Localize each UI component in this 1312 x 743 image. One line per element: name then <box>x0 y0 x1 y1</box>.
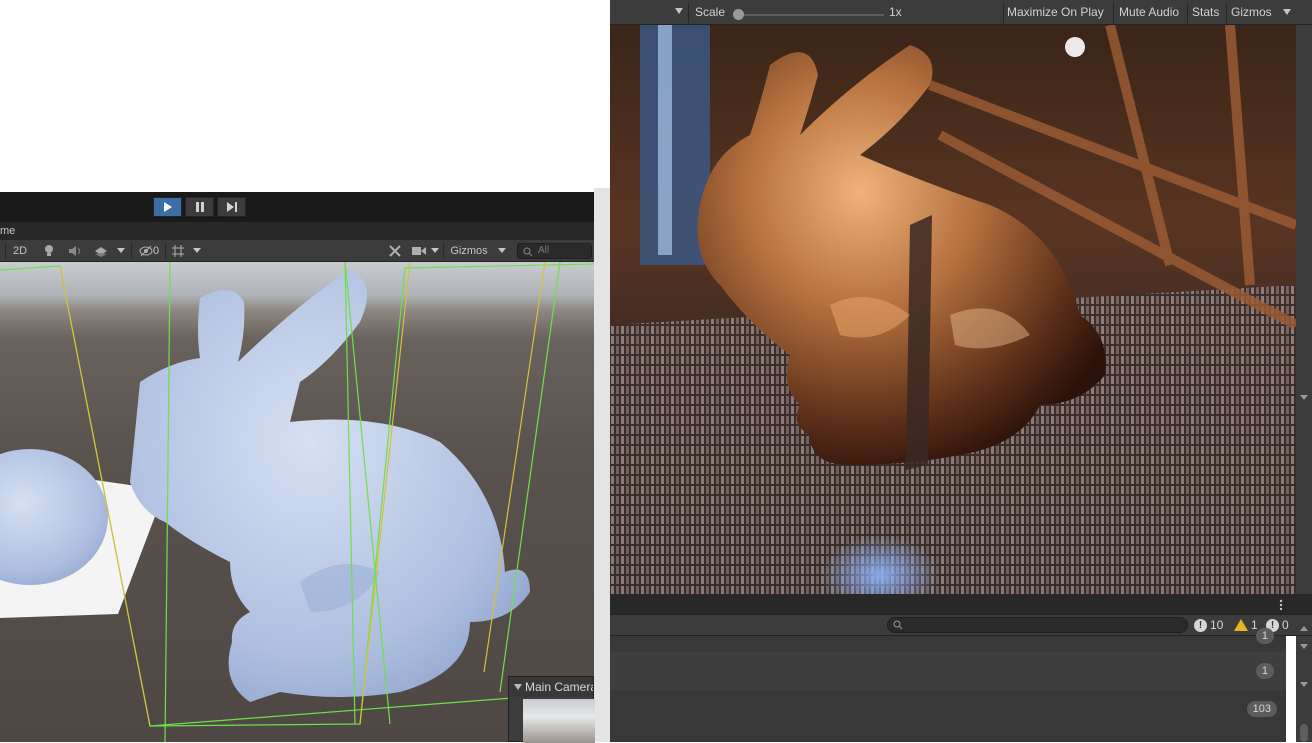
hidden-objects-toggle[interactable]: 0 <box>135 242 163 260</box>
collapse-count-badge: 1 <box>1255 663 1274 679</box>
camera-preview-panel: Main Camera <box>508 676 595 743</box>
pause-icon <box>195 202 204 212</box>
warning-count: 1 <box>1251 618 1258 632</box>
console-scrollbar[interactable] <box>1296 626 1312 742</box>
play-button[interactable] <box>153 197 182 217</box>
resolution-dropdown-icon[interactable] <box>675 8 683 14</box>
effects-icon <box>95 247 107 257</box>
camera-preview-thumbnail <box>523 699 595 743</box>
chevron-down-icon <box>193 248 201 253</box>
scene-viewport[interactable] <box>0 262 594 742</box>
effects-dropdown[interactable] <box>114 242 128 260</box>
game-toolbar: Scale 1x Maximize On Play Mute Audio Sta… <box>610 0 1312 25</box>
speaker-icon <box>69 246 80 256</box>
game-side-strip <box>1296 25 1312 594</box>
play-icon <box>163 202 172 212</box>
scene-search-placeholder: All <box>538 245 550 256</box>
console-row[interactable]: 103 <box>610 690 1286 742</box>
grid-dropdown[interactable] <box>190 242 204 260</box>
game-gizmos-button[interactable]: Gizmos <box>1231 5 1272 19</box>
scene-canvas <box>0 262 594 742</box>
console-header <box>610 594 1312 614</box>
step-icon <box>226 202 237 212</box>
pane-divider[interactable] <box>594 188 610 742</box>
mute-audio-toggle[interactable]: Mute Audio <box>1119 5 1179 19</box>
eye-slash-icon <box>139 245 153 257</box>
scene-gizmos-button[interactable]: Gizmos <box>446 242 492 260</box>
console-search-input[interactable] <box>887 617 1188 633</box>
scale-label: Scale <box>695 5 726 19</box>
game-canvas <box>610 25 1296 594</box>
step-button[interactable] <box>217 197 246 217</box>
collapse-count-badge: 1 <box>1255 628 1274 644</box>
console-row[interactable]: 1 <box>610 652 1286 690</box>
tools-button[interactable] <box>384 242 406 260</box>
hidden-count: 0 <box>152 245 160 257</box>
scene-toolbar: 2D 0 Gizmos <box>0 240 594 262</box>
error-icon: ! <box>1194 618 1207 632</box>
scale-slider-track[interactable] <box>738 14 884 16</box>
scene-tab-label[interactable]: me <box>0 225 15 237</box>
2d-toggle[interactable]: 2D <box>7 242 33 260</box>
effects-toggle[interactable] <box>90 242 112 260</box>
search-icon <box>523 247 533 257</box>
chevron-down-icon <box>431 248 439 253</box>
blank-area <box>0 0 594 192</box>
audio-toggle[interactable] <box>63 242 87 260</box>
lightbulb-icon <box>45 245 53 256</box>
ceiling-light <box>1065 37 1085 57</box>
search-icon <box>893 620 903 630</box>
grid-icon <box>172 245 184 257</box>
camera-preview-header[interactable]: Main Camera <box>509 677 593 697</box>
camera-icon <box>412 247 426 255</box>
console-error-toggle[interactable]: ! 10 <box>1194 616 1223 634</box>
chevron-down-icon <box>498 248 506 253</box>
kebab-menu-icon[interactable] <box>1279 599 1283 611</box>
scene-gizmos-dropdown[interactable] <box>494 242 510 260</box>
game-viewport[interactable] <box>610 25 1296 594</box>
collapse-arrow-icon <box>514 684 522 690</box>
pause-button[interactable] <box>185 197 214 217</box>
collapse-count-badge: 103 <box>1246 701 1277 717</box>
info-count: 0 <box>1282 618 1289 632</box>
console-warning-toggle[interactable]: 1 <box>1234 616 1258 634</box>
error-count: 10 <box>1210 618 1224 632</box>
scrollbar-thumb[interactable] <box>1300 724 1308 742</box>
scene-search-input[interactable]: All <box>517 243 592 259</box>
camera-preview-title: Main Camera <box>525 680 593 694</box>
tools-icon <box>389 245 401 257</box>
warning-icon <box>1234 619 1248 631</box>
grid-toggle[interactable] <box>168 242 188 260</box>
stats-toggle[interactable]: Stats <box>1192 5 1219 19</box>
camera-dropdown[interactable] <box>429 242 441 260</box>
maximize-on-play-toggle[interactable]: Maximize On Play <box>1007 5 1104 19</box>
scene-tab-row: me <box>0 222 594 240</box>
scale-value: 1x <box>889 5 902 19</box>
chevron-down-icon <box>117 248 125 253</box>
lighting-toggle[interactable] <box>38 242 60 260</box>
bunny-model <box>130 270 530 702</box>
game-gizmos-dropdown-icon[interactable] <box>1283 9 1291 15</box>
scale-slider-handle[interactable] <box>733 9 744 20</box>
play-toolbar <box>0 192 594 222</box>
camera-settings-button[interactable] <box>409 242 429 260</box>
